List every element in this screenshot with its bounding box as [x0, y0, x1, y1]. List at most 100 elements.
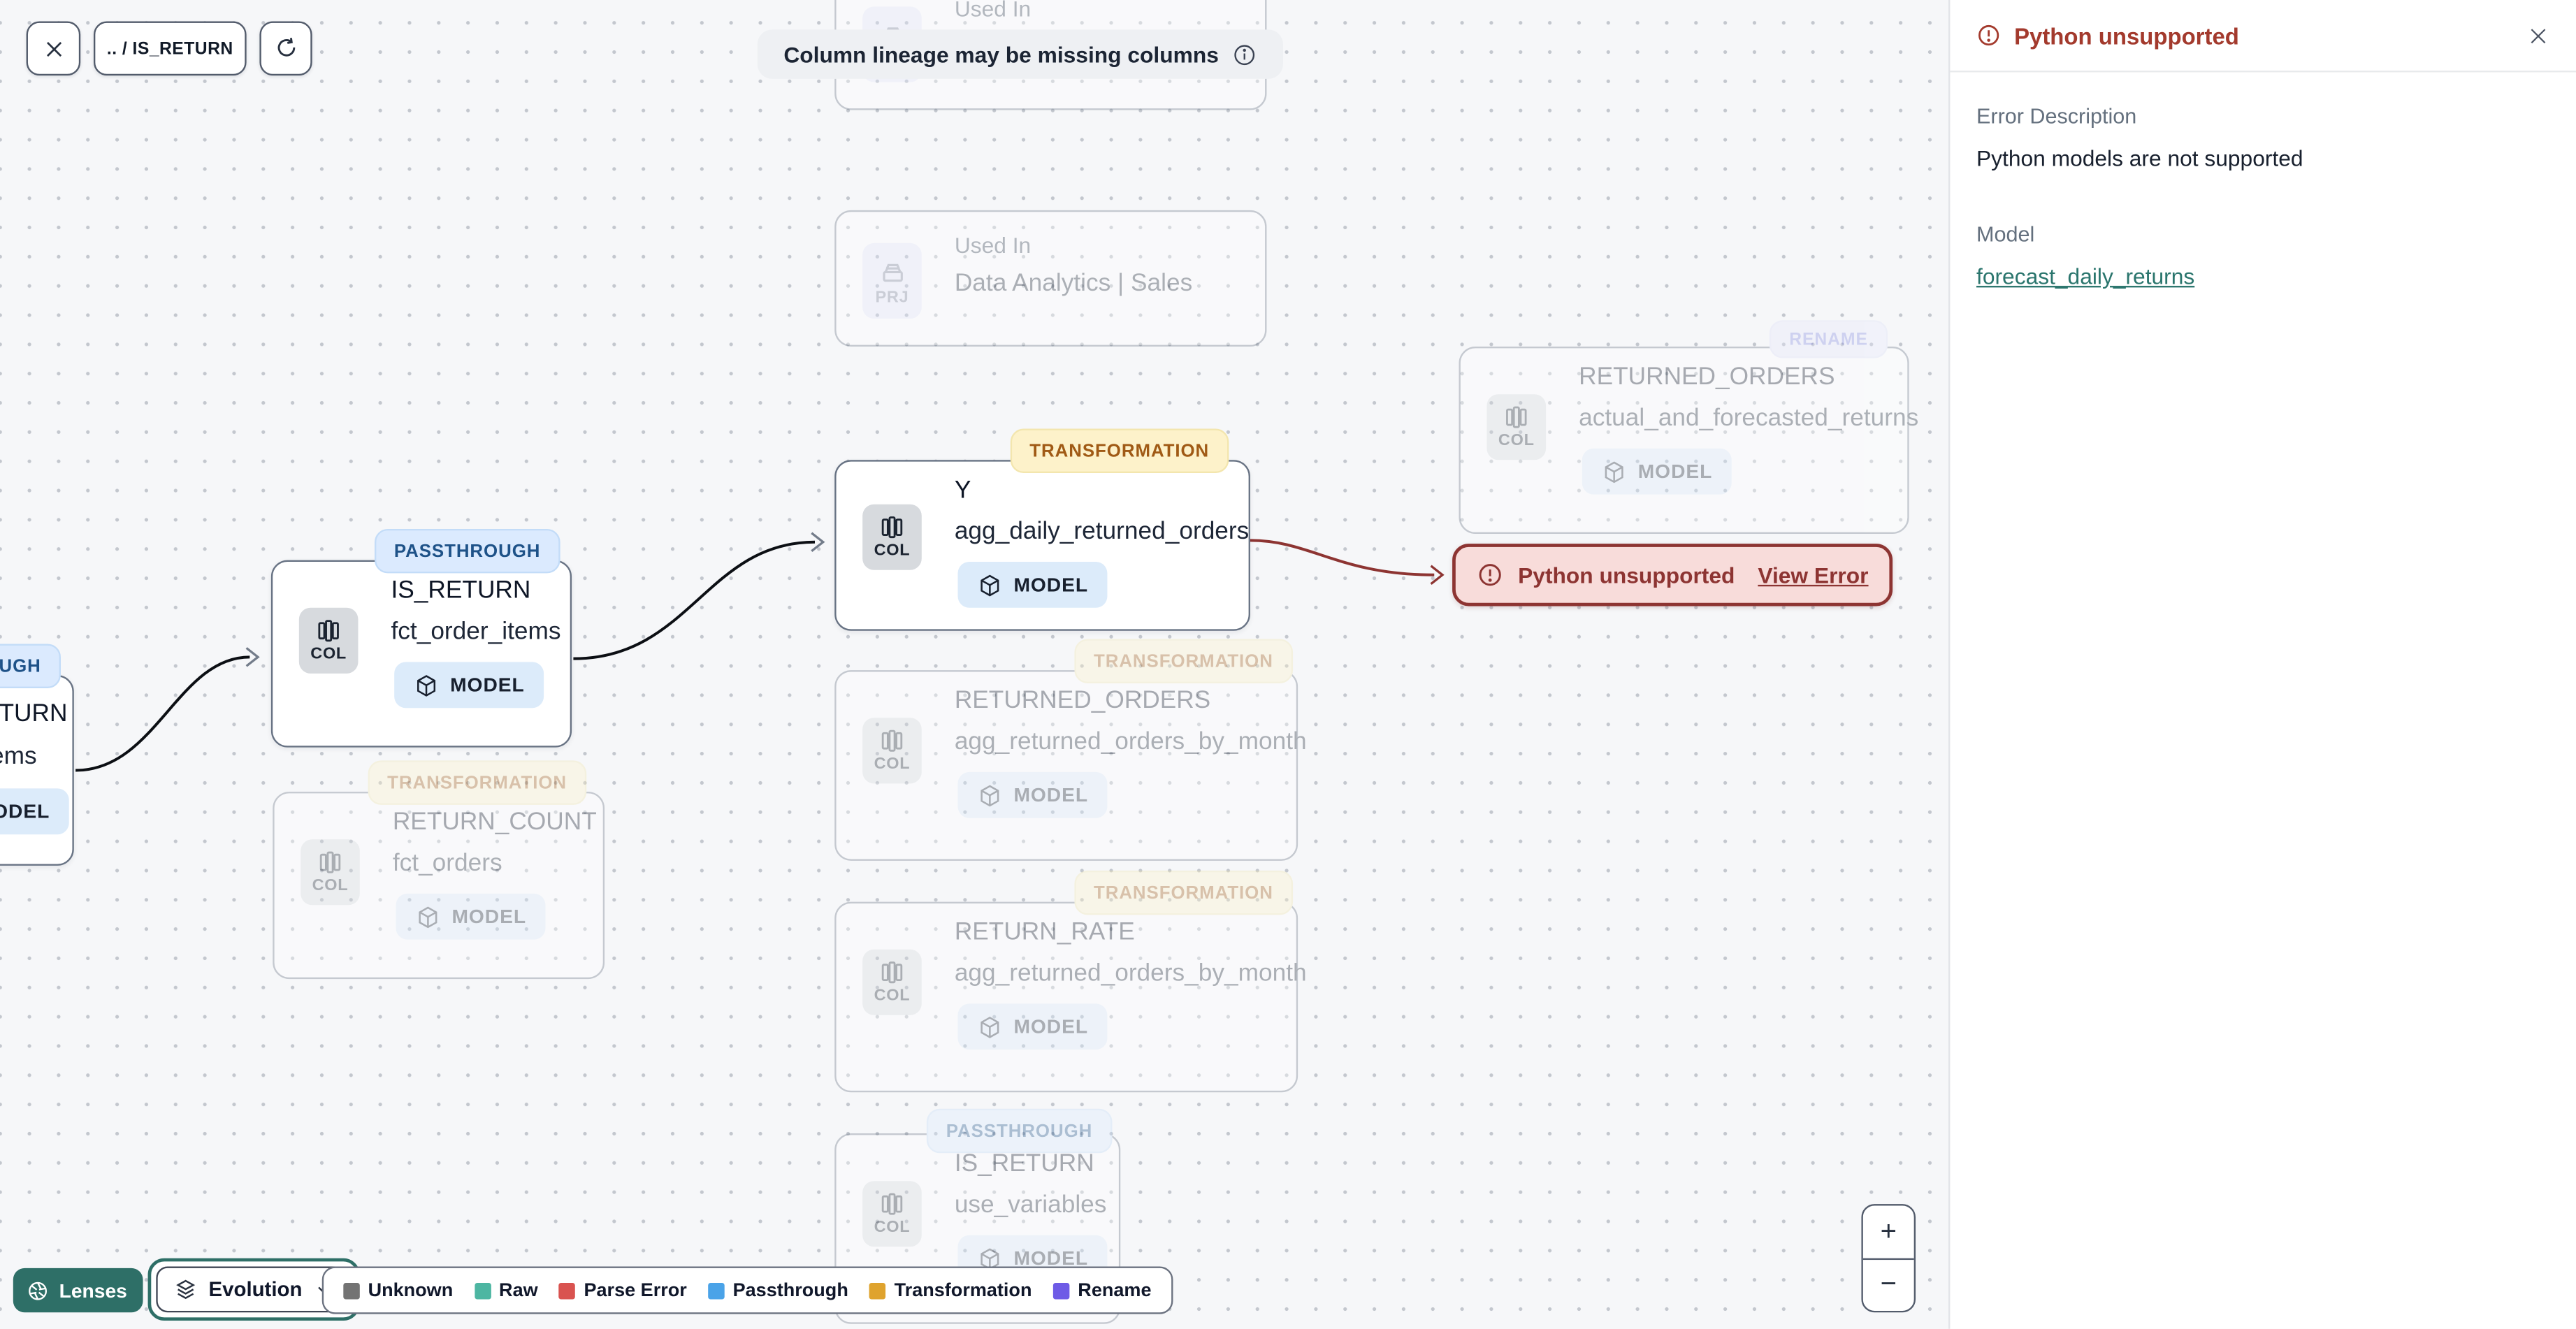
column-icon: COL — [1486, 394, 1547, 460]
cube-icon — [981, 784, 999, 806]
edge-isreturn-to-y — [573, 540, 815, 660]
passthrough-badge: PASSTHROUGH — [374, 528, 560, 574]
chip-label: COL — [310, 645, 347, 664]
cube-icon — [981, 1015, 999, 1038]
close-lineage-button[interactable] — [26, 21, 81, 76]
cube-icon — [419, 906, 437, 928]
chip-label: COL — [874, 1219, 911, 1237]
passthrough-badge: PASSTHROUGH — [926, 1108, 1113, 1154]
breadcrumb-label: .. / IS_RETURN — [106, 38, 233, 59]
node-subtitle: fct_orders — [392, 849, 502, 878]
node-return-rate[interactable]: TRANSFORMATION COL RETURN_RATE agg_retur… — [834, 870, 1307, 1093]
node-title: RETURNED_ORDERS — [954, 686, 1211, 715]
node-subtitle: agg_returned_orders_by_month — [954, 727, 1307, 756]
node-subtitle: agg_returned_orders_by_month — [954, 959, 1307, 987]
legend-swatch — [474, 1281, 491, 1299]
panel-title: Python unsupported — [2014, 22, 2239, 49]
node-used-in-sales[interactable]: PRJ Used In Data Analytics | Sales — [834, 210, 1267, 347]
chip-label: COL — [312, 877, 349, 896]
legend-label: Transformation — [894, 1280, 1032, 1300]
cube-icon — [417, 674, 436, 696]
model-badge: MODEL — [0, 788, 70, 835]
legend-label: Raw — [499, 1280, 538, 1300]
node-subtitle: actual_and_forecasted_returns — [1579, 404, 1919, 433]
node-fct-orders[interactable]: TRANSFORMATION COL RETURN_COUNT fct_orde… — [273, 760, 605, 980]
model-link[interactable]: forecast_daily_returns — [1976, 264, 2194, 289]
node-title: RETURN_COUNT — [392, 808, 597, 836]
model-label: MODEL — [450, 673, 525, 697]
cube-icon — [1605, 460, 1623, 483]
zoom-in-button[interactable]: + — [1862, 1205, 1914, 1259]
model-badge: MODEL — [396, 893, 547, 940]
model-label: MODEL — [451, 905, 527, 929]
model-label: MODEL — [0, 799, 50, 823]
node-subtitle: fct_order_items — [0, 742, 37, 771]
transformation-badge: TRANSFORMATION — [1073, 639, 1294, 683]
model-label: MODEL — [1013, 783, 1089, 807]
model-badge: MODEL — [957, 1003, 1108, 1050]
node-left-partial[interactable]: PASSTHROUGH IS_RETURN fct_order_items MO… — [0, 644, 74, 866]
legend-label: Rename — [1078, 1280, 1152, 1300]
node-title: Used In — [954, 233, 1032, 259]
node-fct-order-items[interactable]: PASSTHROUGH COL IS_RETURN fct_order_item… — [270, 528, 572, 748]
refresh-icon — [277, 38, 295, 57]
legend-swatch — [708, 1281, 725, 1299]
legend-item: Unknown — [343, 1280, 453, 1300]
model-badge: MODEL — [394, 662, 544, 709]
transformation-badge: TRANSFORMATION — [367, 760, 587, 805]
canvas-error-badge[interactable]: Python unsupported View Error — [1452, 544, 1893, 607]
app: PRJ Used In Data Analytics | Marketing P… — [0, 0, 2576, 1329]
error-badge-label: Python unsupported — [1518, 562, 1735, 588]
chip-label: COL — [1498, 432, 1535, 451]
node-actual-and-forecasted-returns[interactable]: RENAME COL RETURNED_ORDERS actual_and_fo… — [1459, 320, 1918, 535]
passthrough-badge: PASSTHROUGH — [0, 644, 61, 688]
node-subtitle: Data Analytics | Sales — [954, 269, 1193, 298]
error-detail-panel: Python unsupported Error Description Pyt… — [1948, 0, 2576, 1329]
legend-swatch — [1053, 1281, 1070, 1299]
node-agg-returned-orders-by-month[interactable]: TRANSFORMATION COL RETURNED_ORDERS agg_r… — [834, 639, 1307, 861]
zoom-controls: + − — [1861, 1204, 1916, 1313]
model-label: MODEL — [1013, 1015, 1089, 1038]
node-title: IS_RETURN — [391, 576, 531, 605]
panel-close-button[interactable] — [2527, 24, 2550, 47]
model-badge: MODEL — [1582, 448, 1732, 495]
error-icon — [1978, 24, 1999, 46]
chip-label: COL — [874, 755, 911, 774]
model-badge: MODEL — [957, 561, 1108, 608]
column-icon: COL — [298, 607, 359, 674]
transformation-badge: TRANSFORMATION — [1073, 870, 1294, 915]
node-title: IS_RETURN — [0, 699, 68, 728]
edge-left-to-isreturn — [75, 655, 250, 772]
model-label: MODEL — [1637, 460, 1713, 484]
lenses-button[interactable]: Lenses — [13, 1268, 144, 1313]
lenses-label: Lenses — [59, 1279, 127, 1302]
refresh-button[interactable] — [259, 21, 312, 76]
node-title: RETURN_RATE — [954, 918, 1135, 947]
info-icon[interactable] — [1232, 42, 1257, 66]
model-label: MODEL — [1013, 573, 1089, 597]
legend-item: Passthrough — [708, 1280, 848, 1300]
chip-label: PRJ — [875, 288, 909, 307]
model-label: Model — [1976, 222, 2035, 247]
rename-badge: RENAME — [1770, 320, 1888, 358]
legend-label: Parse Error — [584, 1280, 687, 1300]
node-agg-daily-returned-orders[interactable]: TRANSFORMATION COL Y agg_daily_returned_… — [834, 428, 1250, 631]
column-icon: COL — [862, 718, 922, 784]
breadcrumb[interactable]: .. / IS_RETURN — [93, 21, 247, 76]
legend-label: Unknown — [368, 1280, 454, 1300]
chip-label: COL — [874, 987, 911, 1005]
view-error-link[interactable]: View Error — [1758, 562, 1868, 587]
legend-swatch — [343, 1281, 360, 1299]
project-icon: PRJ — [862, 242, 922, 319]
node-subtitle: agg_daily_returned_orders — [954, 517, 1250, 546]
node-title: RETURNED_ORDERS — [1579, 363, 1835, 391]
cube-icon — [981, 574, 999, 596]
lineage-warning-toast: Column lineage may be missing columns — [757, 29, 1283, 79]
legend-item: Parse Error — [559, 1280, 687, 1300]
toast-message: Column lineage may be missing columns — [783, 41, 1219, 67]
lineage-canvas[interactable]: PRJ Used In Data Analytics | Marketing P… — [0, 0, 1949, 1329]
aperture-icon — [29, 1281, 48, 1300]
close-icon — [2531, 28, 2546, 43]
layers-icon — [176, 1279, 196, 1300]
zoom-out-button[interactable]: − — [1863, 1259, 1914, 1311]
